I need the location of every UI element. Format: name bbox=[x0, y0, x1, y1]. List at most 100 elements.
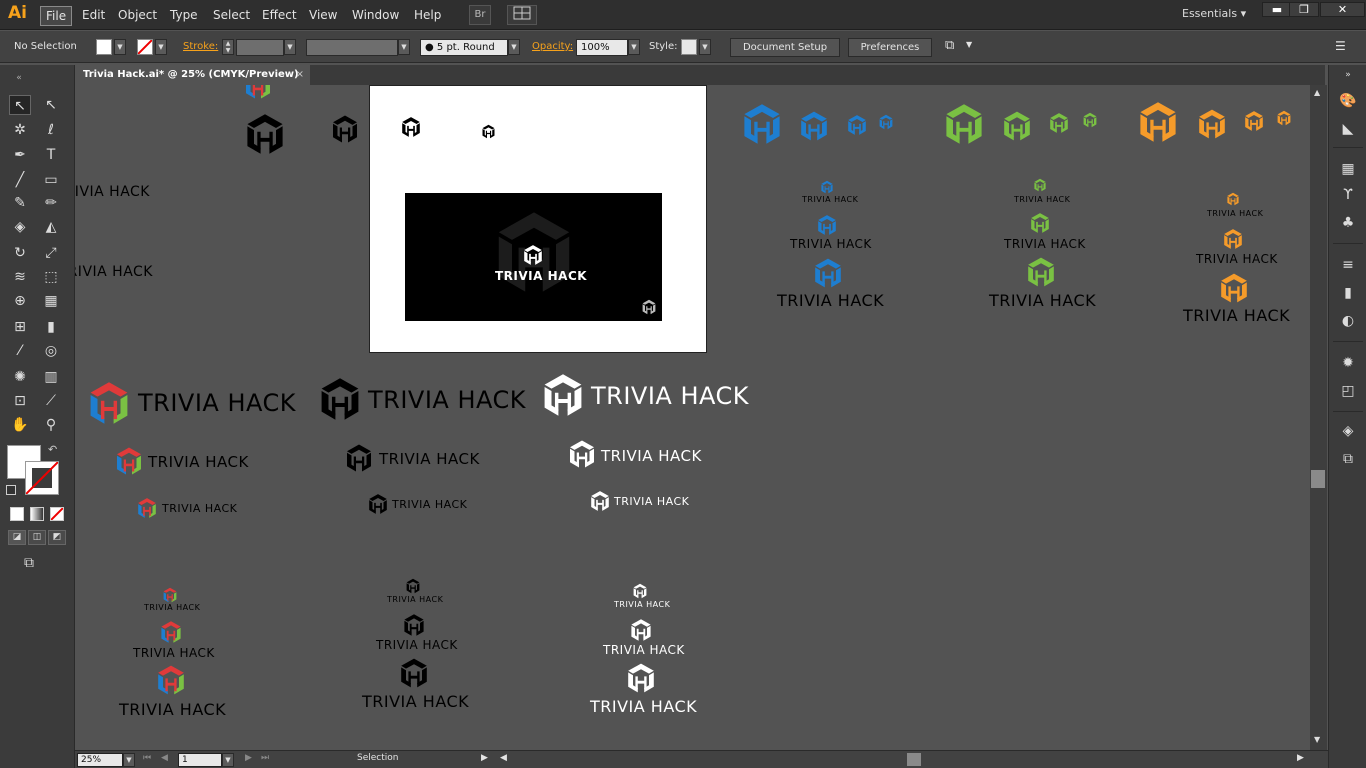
stroke-color-box[interactable] bbox=[25, 461, 59, 495]
wordmark-text[interactable]: TRIVIA HACK bbox=[368, 386, 526, 414]
opacity-dropdown[interactable]: ▼ bbox=[628, 39, 640, 55]
logo-mark[interactable] bbox=[632, 583, 648, 599]
artboard-tool-icon[interactable]: ⊡ bbox=[9, 391, 31, 411]
gradient-panel-icon[interactable]: ▮ bbox=[1338, 283, 1358, 303]
logo-mark[interactable] bbox=[367, 493, 389, 515]
logo-mark[interactable] bbox=[878, 114, 894, 130]
logo-mark[interactable] bbox=[629, 618, 653, 642]
wordmark-text[interactable]: TRIVIA HACK bbox=[119, 700, 226, 719]
wordmark-text[interactable]: TRIVIA HACK bbox=[777, 291, 884, 310]
logo-mark[interactable] bbox=[846, 114, 868, 136]
previous-artboard-icon[interactable]: ◀ bbox=[161, 753, 168, 763]
logo-mark[interactable] bbox=[330, 114, 360, 144]
logo-mark[interactable] bbox=[1136, 100, 1180, 144]
type-tool-icon[interactable]: T bbox=[40, 145, 62, 165]
variable-width-field[interactable] bbox=[306, 39, 398, 56]
wordmark-text[interactable]: TRIVIA HACK bbox=[614, 495, 689, 508]
logo-mark[interactable] bbox=[317, 376, 363, 422]
graphic-style-swatch[interactable] bbox=[681, 39, 697, 55]
workspace-switcher[interactable]: Essentials ▾ bbox=[1182, 7, 1246, 20]
wordmark-text[interactable]: TRIVIA HACK bbox=[75, 184, 150, 200]
magic-wand-tool-icon[interactable]: ✲ bbox=[9, 120, 31, 140]
appearance-panel-icon[interactable]: ✹ bbox=[1338, 353, 1358, 373]
logo-mark[interactable] bbox=[798, 110, 830, 142]
paintbrush-tool-icon[interactable]: ✎ bbox=[9, 193, 31, 213]
slice-tool-icon[interactable]: ⟋ bbox=[40, 391, 62, 411]
wordmark-text[interactable]: TRIVIA HACK bbox=[1014, 195, 1070, 204]
scale-tool-icon[interactable]: ⤢ bbox=[40, 243, 62, 263]
column-graph-tool-icon[interactable]: ▥ bbox=[40, 367, 62, 387]
color-mode-icon[interactable] bbox=[10, 507, 24, 521]
wordmark-text[interactable]: TRIVIA HACK bbox=[1183, 306, 1290, 325]
logo-mark[interactable] bbox=[1196, 108, 1228, 140]
status-menu-icon[interactable]: ▶ bbox=[481, 753, 488, 763]
logo-mark[interactable] bbox=[243, 85, 273, 100]
rotate-tool-icon[interactable]: ↻ bbox=[9, 243, 31, 263]
horizontal-scroll-thumb[interactable] bbox=[907, 753, 921, 766]
wordmark-text[interactable]: TRIVIA HACK bbox=[376, 638, 458, 652]
swatches-panel-icon[interactable]: ▦ bbox=[1338, 159, 1358, 179]
logo-mark[interactable] bbox=[567, 439, 597, 469]
wordmark-text[interactable]: TRIVIA HACK bbox=[614, 600, 670, 609]
vertical-scroll-thumb[interactable] bbox=[1311, 470, 1325, 488]
first-artboard-icon[interactable]: ⏮ bbox=[143, 753, 151, 763]
logo-mark[interactable] bbox=[86, 380, 132, 426]
logo-mark[interactable] bbox=[243, 112, 287, 156]
stroke-weight-field[interactable] bbox=[236, 39, 284, 56]
isolate-icon[interactable]: ⧉ bbox=[945, 38, 954, 53]
logo-mark[interactable] bbox=[942, 102, 986, 146]
brush-definition-field[interactable]: ● 5 pt. Round bbox=[420, 39, 508, 56]
logo-mark[interactable] bbox=[344, 443, 374, 473]
stroke-weight-dropdown[interactable]: ▼ bbox=[284, 39, 296, 55]
expand-panels-icon[interactable]: » bbox=[1338, 65, 1358, 85]
menu-select[interactable]: Select bbox=[208, 6, 255, 24]
logo-mark[interactable] bbox=[400, 116, 422, 138]
wordmark-text[interactable]: TRIVIA HACK bbox=[495, 269, 587, 283]
logo-mark[interactable] bbox=[641, 299, 657, 315]
blob-brush-tool-icon[interactable]: ◈ bbox=[9, 217, 31, 237]
wordmark-text[interactable]: TRIVIA HACK bbox=[387, 595, 443, 604]
menu-help[interactable]: Help bbox=[409, 6, 446, 24]
menu-object[interactable]: Object bbox=[113, 6, 162, 24]
perspective-grid-tool-icon[interactable]: ▦ bbox=[40, 291, 62, 311]
logo-mark[interactable] bbox=[1033, 178, 1047, 192]
wordmark-text[interactable]: TRIVIA HACK bbox=[591, 382, 749, 410]
color-guide-icon[interactable]: ◣ bbox=[1338, 119, 1358, 139]
logo-mark[interactable] bbox=[162, 587, 178, 603]
artboard-dropdown[interactable]: ▼ bbox=[222, 753, 234, 767]
logo-mark[interactable] bbox=[1243, 110, 1265, 132]
scroll-right-icon[interactable]: ▶ bbox=[1297, 753, 1304, 763]
logo-mark[interactable] bbox=[402, 613, 426, 637]
panel-menu-icon[interactable]: ☰ bbox=[1335, 39, 1346, 53]
fill-swatch[interactable] bbox=[96, 39, 112, 55]
arrange-documents-button[interactable] bbox=[507, 5, 537, 25]
shape-builder-tool-icon[interactable]: ⊕ bbox=[9, 291, 31, 311]
close-tab-icon[interactable]: × bbox=[296, 65, 304, 85]
default-fill-stroke-icon[interactable] bbox=[6, 485, 16, 495]
logo-mark[interactable] bbox=[1082, 112, 1098, 128]
transparency-panel-icon[interactable]: ◐ bbox=[1338, 311, 1358, 331]
mesh-tool-icon[interactable]: ⊞ bbox=[9, 317, 31, 337]
wordmark-text[interactable]: TRIVIA HACK bbox=[790, 237, 872, 251]
warp-tool-icon[interactable]: ≋ bbox=[9, 267, 31, 287]
gradient-tool-icon[interactable]: ▮ bbox=[40, 317, 62, 337]
menu-edit[interactable]: Edit bbox=[77, 6, 110, 24]
direct-selection-tool-icon[interactable]: ↖ bbox=[40, 95, 62, 115]
variable-width-dropdown[interactable]: ▼ bbox=[398, 39, 410, 55]
wordmark-text[interactable]: TRIVIA HACK bbox=[75, 264, 153, 280]
wordmark-text[interactable]: TRIVIA HACK bbox=[133, 646, 215, 660]
wordmark-text[interactable]: TRIVIA HACK bbox=[989, 291, 1096, 310]
stroke-weight-stepper[interactable]: ▲ ▼ bbox=[222, 39, 234, 55]
logo-mark[interactable] bbox=[1218, 272, 1250, 304]
swap-fill-stroke-icon[interactable]: ↶ bbox=[48, 443, 57, 456]
logo-mark[interactable] bbox=[816, 214, 838, 236]
next-artboard-icon[interactable]: ▶ bbox=[245, 753, 252, 763]
wordmark-text[interactable]: TRIVIA HACK bbox=[138, 389, 296, 417]
logo-mark[interactable] bbox=[1029, 212, 1051, 234]
pencil-tool-icon[interactable]: ✏ bbox=[40, 193, 62, 213]
logo-mark[interactable] bbox=[820, 180, 834, 194]
logo-mark[interactable] bbox=[155, 664, 187, 696]
bridge-button[interactable]: Br bbox=[469, 5, 491, 25]
wordmark-text[interactable]: TRIVIA HACK bbox=[590, 697, 697, 716]
line-tool-icon[interactable]: ╱ bbox=[9, 170, 31, 190]
